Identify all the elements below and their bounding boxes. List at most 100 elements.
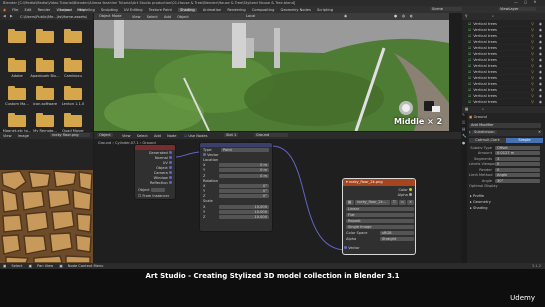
menu-file[interactable]: File [12, 8, 18, 12]
socket-icon[interactable] [169, 161, 172, 164]
alpha-dropdown[interactable]: Straight [380, 237, 414, 241]
collapse-icon[interactable]: ▾ [346, 180, 348, 184]
scale-z-field[interactable]: 10.000 [219, 215, 269, 220]
tab-scripting[interactable]: Scripting [317, 8, 333, 12]
rotation-y-field[interactable]: 0° [219, 189, 269, 194]
filter-icon[interactable]: ⚲ [465, 14, 468, 18]
image-texture-node[interactable]: ▾ rocky_floor_2k.png Color Alpha ▦ rocky… [342, 178, 416, 255]
checkbox-icon[interactable]: ☑ [468, 46, 471, 50]
scene-selector[interactable]: Scene [430, 7, 462, 11]
folder-icon[interactable] [8, 58, 26, 72]
tab-rendering[interactable]: Rendering [227, 8, 245, 12]
socket-icon[interactable] [169, 176, 172, 179]
shading-rendered-icon[interactable]: ◐ [410, 14, 413, 18]
file-path[interactable]: C:\Users\Public\Me...\ts\Home-assets\ [20, 15, 90, 19]
checkbox-icon[interactable]: ☑ [468, 64, 471, 68]
tab-simple[interactable]: Simple [506, 138, 543, 143]
minimize-icon[interactable]: — [514, 0, 518, 4]
checkbox-icon[interactable]: ☑ [468, 34, 471, 38]
property-value[interactable]: 0 [495, 162, 540, 167]
tab-texture-paint[interactable]: Texture Paint [149, 8, 172, 12]
properties-editor-icon[interactable]: ▦ [465, 107, 468, 111]
tab-layout[interactable]: Layout [60, 8, 72, 12]
transform-orientation[interactable]: Local [244, 14, 258, 18]
tab-catmull-clark[interactable]: Catmull-Clark [469, 138, 506, 143]
projection-dropdown[interactable]: Flat [346, 213, 414, 217]
checkbox-icon[interactable]: ☑ [468, 82, 471, 86]
eye-icon[interactable]: ◉ [539, 70, 542, 74]
socket-icon[interactable] [169, 151, 172, 154]
modifier-header[interactable]: ▸ Subdivision ✕ [469, 130, 543, 136]
menu-image[interactable]: Image [18, 134, 29, 138]
eye-icon[interactable]: ◉ [539, 34, 542, 38]
close-icon[interactable]: ✕ [538, 130, 541, 134]
close-icon[interactable]: ✕ [406, 200, 414, 205]
checkbox-icon[interactable]: ☑ [468, 76, 471, 80]
scale-y-field[interactable]: 10.000 [219, 209, 269, 214]
socket-icon[interactable] [409, 188, 412, 191]
object-picker[interactable] [150, 188, 165, 192]
blender-logo-icon[interactable]: ◉ [3, 8, 6, 12]
eye-icon[interactable]: ◉ [539, 46, 542, 50]
menu-select[interactable]: Select [147, 15, 158, 19]
wrench-icon[interactable]: 🔧 [462, 134, 467, 141]
rotation-z-field[interactable]: 0° [219, 194, 269, 199]
checkbox-icon[interactable]: ☐ [138, 194, 141, 198]
menu-edit[interactable]: Edit [24, 8, 31, 12]
source-dropdown[interactable]: Single Image [346, 225, 414, 229]
tab-compositing[interactable]: Compositing [252, 8, 275, 12]
eye-icon[interactable]: ◉ [539, 94, 542, 98]
location-x-field[interactable]: 0 m [219, 163, 269, 168]
from-instancer-row[interactable]: ☐ From Instancer [138, 194, 169, 198]
location-y-field[interactable]: 0 m [219, 168, 269, 173]
forward-arrow-icon[interactable]: ▶ [10, 14, 13, 18]
tool-icon[interactable]: ✎ [462, 113, 467, 120]
shader-node-editor[interactable]: Object View Select Add Node ☑ Use Nodes … [94, 132, 461, 263]
material-icon[interactable]: ● [462, 141, 467, 148]
menu-view[interactable]: View [3, 134, 12, 138]
menu-object[interactable]: Object [177, 15, 189, 19]
image-selector[interactable]: rocky floor.png [50, 133, 90, 137]
add-modifier-button[interactable]: Add Modifier [469, 123, 541, 128]
interpolation-dropdown[interactable]: Linear [346, 207, 414, 211]
eye-icon[interactable]: ◉ [539, 22, 542, 26]
socket-icon[interactable] [169, 156, 172, 159]
eye-icon[interactable]: ◉ [539, 58, 542, 62]
3d-viewport[interactable]: Object Mode View Select Add Object Local… [94, 13, 449, 131]
socket-icon[interactable] [169, 181, 172, 184]
search-icon[interactable]: ⌕ [492, 14, 494, 18]
folder-icon[interactable] [36, 113, 54, 127]
property-value[interactable]: 30° [495, 178, 540, 183]
tab-sculpting[interactable]: Sculpting [101, 8, 118, 12]
checkbox-icon[interactable]: ☑ [468, 22, 471, 26]
property-value[interactable]: 0.0127 m [495, 151, 540, 156]
folder-icon[interactable] [64, 29, 82, 43]
folder-icon[interactable] [36, 58, 54, 72]
eye-icon[interactable]: ◉ [539, 76, 542, 80]
folder-icon[interactable] [64, 86, 82, 100]
socket-icon[interactable] [169, 166, 172, 169]
eye-icon[interactable]: ◉ [539, 82, 542, 86]
output-icon[interactable]: ▤ [462, 127, 467, 134]
folder-icon[interactable] [36, 29, 54, 43]
tab-geometry-nodes[interactable]: Geometry Nodes [281, 8, 311, 12]
folder-icon[interactable] [64, 58, 82, 72]
render-icon[interactable]: ◫ [462, 120, 467, 127]
mapping-node[interactable]: Type: Point Vector Location X0 m Y0 m Z0… [199, 142, 273, 232]
texture-coordinate-node[interactable]: Generated Normal UV Object Camera Window… [134, 144, 176, 200]
image-browse-icon[interactable]: ▦ [346, 200, 354, 205]
property-value[interactable]: Offset [495, 145, 540, 150]
menu-add[interactable]: Add [164, 15, 171, 19]
folder-icon[interactable] [64, 113, 82, 127]
folder-icon[interactable] [8, 113, 26, 127]
open-folder-icon[interactable]: ▭ [398, 200, 406, 205]
properties-tab-strip[interactable]: ✎ ◫ ▤ 🔧 ● [462, 113, 467, 263]
tab-animation[interactable]: Animation [203, 8, 221, 12]
menu-view[interactable]: View [132, 15, 141, 19]
section-shading[interactable]: ▸ Shading [470, 206, 542, 212]
back-arrow-icon[interactable]: ◀ [3, 14, 6, 18]
tab-shading[interactable]: Shading [178, 7, 197, 12]
search-icon[interactable]: ⌕ [482, 107, 484, 111]
tab-modeling[interactable]: Modeling [78, 8, 94, 12]
color-space-dropdown[interactable]: sRGB [380, 231, 414, 235]
